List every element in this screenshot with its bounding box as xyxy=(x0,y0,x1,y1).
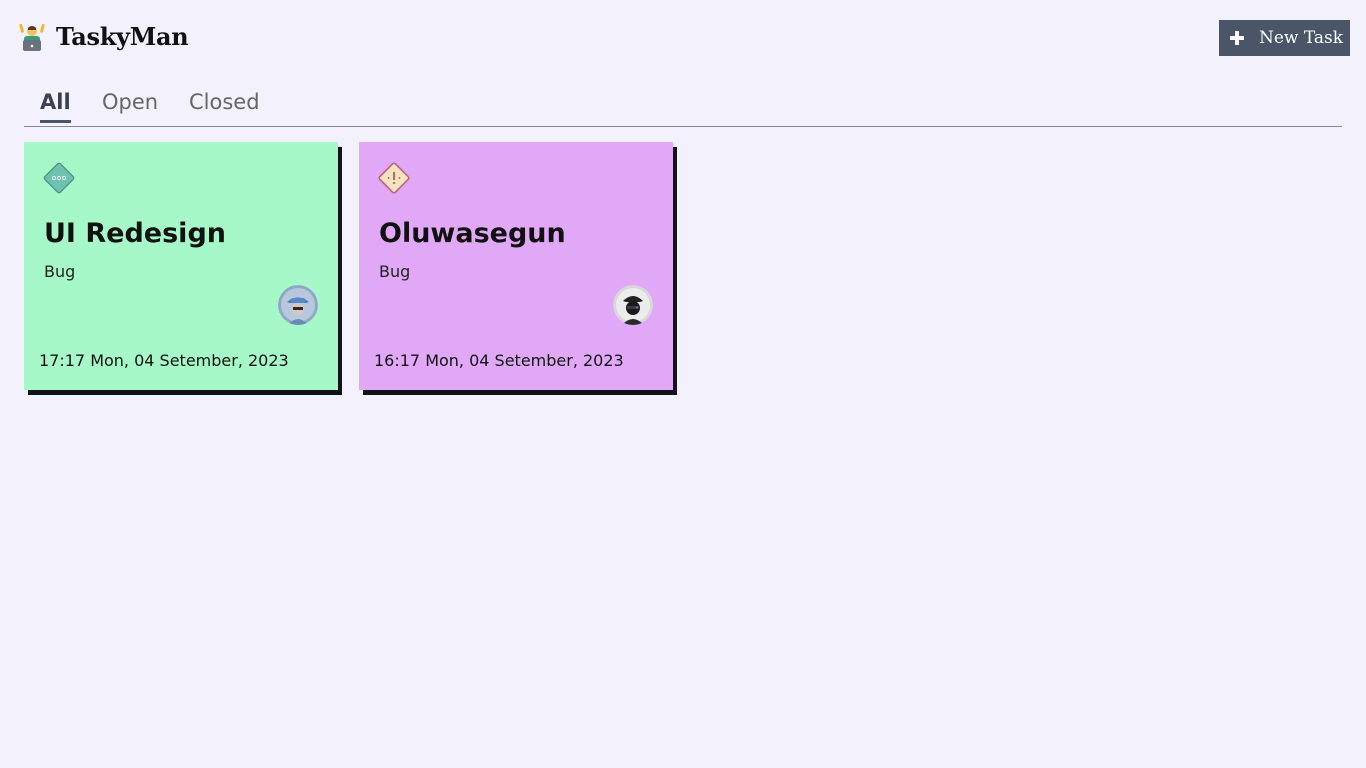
new-task-button[interactable]: New Task xyxy=(1219,20,1350,56)
task-date: 16:17 Mon, 04 Setember, 2023 xyxy=(374,351,624,370)
tab-open[interactable]: Open xyxy=(102,90,158,122)
plus-icon xyxy=(1229,30,1245,46)
new-task-label: New Task xyxy=(1259,28,1344,48)
tab-all[interactable]: All xyxy=(40,90,71,123)
task-title: UI Redesign xyxy=(44,218,226,249)
task-card[interactable]: UI Redesign Bug 17:17 Mon, 04 Setember, … xyxy=(24,142,338,390)
task-type: Bug xyxy=(44,262,76,281)
task-card[interactable]: Oluwasegun Bug 16:17 Mon, 04 Setember, 2… xyxy=(359,142,673,390)
diamond-dots-icon xyxy=(42,161,76,195)
task-title: Oluwasegun xyxy=(379,218,566,249)
task-type: Bug xyxy=(379,262,411,281)
user-avatar xyxy=(278,285,318,325)
app-header: TaskyMan New Task xyxy=(0,0,1366,80)
user-avatar xyxy=(613,285,653,325)
diamond-warning-icon xyxy=(377,161,411,195)
tab-closed[interactable]: Closed xyxy=(189,90,260,122)
app-title: TaskyMan xyxy=(56,22,189,51)
task-date: 17:17 Mon, 04 Setember, 2023 xyxy=(39,351,289,370)
status-tabs: All Open Closed xyxy=(24,84,1342,127)
person-raising-hands-icon xyxy=(18,22,46,52)
